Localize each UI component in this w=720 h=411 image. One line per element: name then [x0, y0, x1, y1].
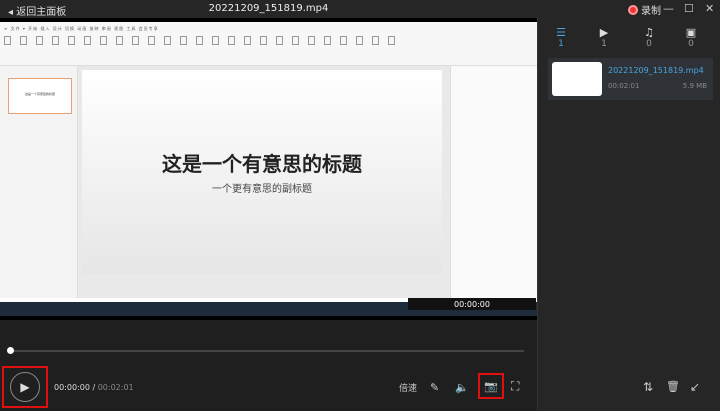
slide-thumbnail: 这是一个有意思的标题 — [8, 78, 72, 114]
time-display: 00:00:00 / 00:02:01 — [54, 383, 134, 392]
export-icon[interactable]: ↙ — [690, 380, 700, 394]
seek-handle[interactable] — [7, 347, 14, 354]
slide-thumbnails: 这是一个有意思的标题 — [0, 66, 78, 298]
fullscreen-icon[interactable]: ⛶ — [511, 379, 519, 394]
delete-icon[interactable]: 🗑 — [666, 380, 680, 393]
brush-icon[interactable]: ✎ — [430, 381, 439, 394]
music-icon: ♫ — [644, 26, 654, 39]
tab-all[interactable]: ☰ 1 — [546, 26, 576, 49]
tab-count: 0 — [646, 39, 652, 49]
camera-icon: 📷 — [484, 379, 498, 393]
tab-count: 1 — [558, 39, 564, 49]
sort-icon[interactable]: ⇅ — [643, 380, 653, 394]
file-thumbnail — [552, 62, 602, 96]
title-bar: ◂ 返回主面板 20221209_151819.mp4 录制 — ☐ ✕ — [0, 0, 720, 18]
image-icon: ▣ — [685, 26, 697, 39]
record-button[interactable]: 录制 — [628, 2, 661, 17]
recorded-ribbon: ≡ 文件 ▾ 开始 插入 设计 切换 动画 放映 审阅 视图 工具 会员专享 — [0, 22, 537, 66]
tab-audio[interactable]: ♫ 0 — [634, 26, 664, 49]
seek-bar[interactable] — [10, 350, 524, 352]
time-separator: / — [89, 383, 98, 392]
file-duration: 00:02:01 — [608, 82, 640, 90]
recording-overlay: 00:00:00 — [408, 298, 536, 310]
slide-title: 这是一个有意思的标题 — [162, 152, 362, 176]
play-icon: ▶ — [20, 380, 30, 394]
video-player-area[interactable]: ≡ 文件 ▾ 开始 插入 设计 切换 动画 放映 审阅 视图 工具 会员专享 这… — [0, 18, 537, 320]
file-list-item[interactable]: 20221209_151819.mp4 00:02:01 5.9 MB — [548, 58, 713, 100]
overlay-time: 00:00:00 — [454, 299, 490, 309]
video-frame: ≡ 文件 ▾ 开始 插入 设计 切换 动画 放映 审阅 视图 工具 会员专享 这… — [0, 22, 537, 316]
record-icon — [628, 4, 638, 15]
slide: 这是一个有意思的标题 一个更有意思的副标题 — [82, 70, 442, 274]
slide-subtitle: 一个更有意思的副标题 — [212, 184, 312, 195]
video-title: 20221209_151819.mp4 — [208, 3, 329, 14]
current-time: 00:00:00 — [54, 383, 90, 392]
list-icon: ☰ — [556, 26, 566, 39]
volume-icon[interactable]: 🔈 — [455, 381, 469, 394]
file-name: 20221209_151819.mp4 — [608, 66, 704, 75]
screenshot-button[interactable]: 📷 — [478, 373, 504, 399]
media-sidebar: ☰ 1 ▶ 1 ♫ 0 ▣ 0 20221209_151819.mp4 00:02:01… — [537, 18, 720, 411]
tab-image[interactable]: ▣ 0 — [676, 26, 706, 49]
maximize-button[interactable]: ☐ — [684, 2, 694, 15]
slide-canvas: 这是一个有意思的标题 一个更有意思的副标题 — [78, 66, 450, 298]
file-size: 5.9 MB — [682, 82, 707, 90]
total-time: 00:02:01 — [97, 383, 134, 392]
tab-video[interactable]: ▶ 1 — [589, 26, 619, 49]
video-icon: ▶ — [599, 26, 609, 39]
tab-count: 0 — [688, 39, 694, 49]
properties-panel — [450, 66, 537, 298]
record-label: 录制 — [641, 6, 661, 17]
close-button[interactable]: ✕ — [705, 2, 714, 15]
minimize-button[interactable]: — — [663, 2, 674, 15]
speed-button[interactable]: 倍速 — [399, 381, 417, 394]
tab-count: 1 — [601, 39, 607, 49]
play-button[interactable]: ▶ — [2, 366, 48, 408]
